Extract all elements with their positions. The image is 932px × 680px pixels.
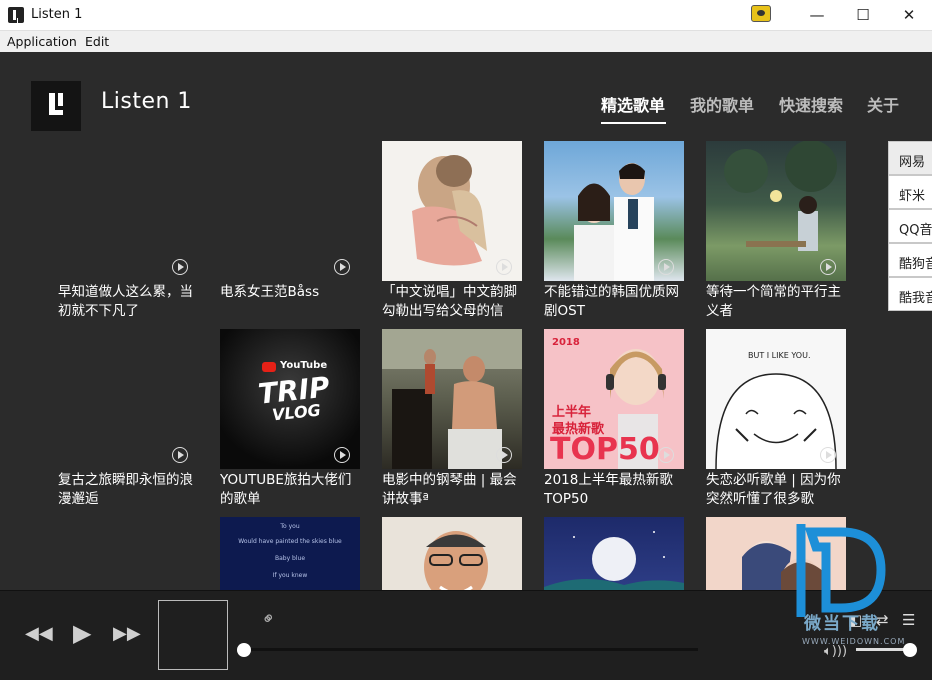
- playlist-cover[interactable]: [706, 141, 846, 281]
- playlist-card[interactable]: 电系女王范Båss: [220, 141, 360, 321]
- playlist-cover[interactable]: [220, 141, 360, 281]
- playlist-card[interactable]: BUT I LIKE YOU. 失恋必听歌单 | 因为你突然听懂了很多歌: [706, 329, 846, 509]
- window-title: Listen 1: [31, 7, 83, 22]
- playlist-cover[interactable]: BUT I LIKE YOU.: [706, 329, 846, 469]
- maximize-button[interactable]: ☐: [840, 0, 886, 30]
- youtube-logo-icon: [262, 362, 276, 372]
- source-tab-xiami[interactable]: 虾米: [888, 175, 932, 209]
- cover-text-line: Baby blue: [274, 555, 306, 562]
- playlist-title[interactable]: 2018上半年最热新歌TOP50: [544, 471, 684, 509]
- source-tab-kuwo[interactable]: 酷我音: [888, 277, 932, 311]
- previous-button[interactable]: ◀◀: [25, 623, 53, 644]
- playlist-card[interactable]: 复古之旅瞬即永恒的浪漫邂逅: [58, 329, 198, 509]
- playlist-title[interactable]: 失恋必听歌单 | 因为你突然听懂了很多歌: [706, 471, 846, 509]
- progress-track[interactable]: [244, 648, 698, 651]
- playlist-card[interactable]: [544, 517, 684, 590]
- cover-text-line: Would have painted the skies blue: [238, 538, 342, 545]
- playlist-card[interactable]: YouTube TRIP VLOG YOUTUBE旅拍大佬们的歌单: [220, 329, 360, 509]
- playlist-cover[interactable]: YouTube TRIP VLOG: [220, 329, 360, 469]
- trip-sub: VLOG: [271, 400, 322, 425]
- active-tab-indicator: [601, 122, 666, 124]
- playlist-cover[interactable]: [544, 141, 684, 281]
- moon-illustration: [544, 531, 684, 590]
- smile-caption: BUT I LIKE YOU.: [748, 351, 811, 360]
- now-playing-cover[interactable]: [158, 600, 228, 670]
- logo: [31, 81, 81, 131]
- playlist-title[interactable]: 不能错过的韩国优质网剧OST: [544, 283, 684, 321]
- playlist-card[interactable]: To you Would have painted the skies blue…: [220, 517, 360, 590]
- tab-featured[interactable]: 精选歌单: [601, 92, 665, 116]
- brand-name: Listen 1: [101, 89, 192, 114]
- playlist-cover[interactable]: [382, 329, 522, 469]
- playlist-cover[interactable]: [58, 141, 198, 281]
- play-circle-icon[interactable]: [658, 447, 674, 463]
- top50-big: TOP50: [550, 432, 660, 467]
- playlist-title[interactable]: 电影中的钢琴曲 | 最会讲故事ª: [382, 471, 522, 509]
- play-circle-icon[interactable]: [172, 447, 188, 463]
- cover-text-line: If you knew: [272, 572, 308, 579]
- play-circle-icon[interactable]: [496, 259, 512, 275]
- cover-text-line: To you: [280, 523, 300, 530]
- tab-quick-search[interactable]: 快速搜索: [779, 92, 843, 116]
- trip-brand: YouTube: [280, 360, 328, 371]
- menu-bar: Application Edit: [0, 31, 932, 52]
- playlist-card[interactable]: 早知道做人这么累，当初就不下凡了: [58, 141, 198, 321]
- eye-icon[interactable]: [751, 5, 771, 22]
- menu-edit[interactable]: Edit: [85, 34, 109, 49]
- playlist-card[interactable]: 等待一个简常的平行主义者: [706, 141, 846, 321]
- man-portrait-photo: [424, 531, 488, 590]
- play-circle-icon[interactable]: [334, 447, 350, 463]
- next-button[interactable]: ▶▶: [113, 623, 141, 644]
- source-tab-qq[interactable]: QQ音: [888, 209, 932, 243]
- playlist-cover[interactable]: 2018 上半年 最热新歌 TOP50: [544, 329, 684, 469]
- app-icon: [8, 7, 24, 23]
- play-circle-icon[interactable]: [334, 259, 350, 275]
- playlist-title[interactable]: YOUTUBE旅拍大佬们的歌单: [220, 471, 360, 509]
- playlist-cover[interactable]: [382, 141, 522, 281]
- playlist-title[interactable]: 复古之旅瞬即永恒的浪漫邂逅: [58, 471, 198, 509]
- playlist-title[interactable]: 电系女王范Båss: [220, 283, 360, 321]
- playlist-card[interactable]: 不能错过的韩国优质网剧OST: [544, 141, 684, 321]
- main-content: Listen 1 精选歌单 我的歌单 快速搜索 关于 网易 虾米 QQ音 酷狗音…: [0, 52, 932, 590]
- progress-knob[interactable]: [237, 643, 251, 657]
- playlist-card[interactable]: 「中文说唱」中文韵脚勾勒出写给父母的信: [382, 141, 522, 321]
- watermark-url: WWW.WEIDOWN.COM: [802, 637, 906, 646]
- playlist-title[interactable]: 「中文说唱」中文韵脚勾勒出写给父母的信: [382, 283, 522, 321]
- title-bar: Listen 1 — ☐ ✕: [0, 0, 932, 31]
- play-circle-icon[interactable]: [820, 259, 836, 275]
- playlist-title[interactable]: 早知道做人这么累，当初就不下凡了: [58, 283, 198, 321]
- menu-application[interactable]: Application: [7, 34, 77, 49]
- tab-about[interactable]: 关于: [867, 92, 899, 116]
- playlist-cover[interactable]: [544, 517, 684, 590]
- playlist-cover[interactable]: [382, 517, 522, 590]
- source-tab-netease[interactable]: 网易: [888, 141, 932, 175]
- playlist-card[interactable]: [382, 517, 522, 590]
- source-tabs: 网易 虾米 QQ音 酷狗音 酷我音: [888, 141, 932, 311]
- link-icon[interactable]: ⚭: [257, 607, 281, 631]
- play-circle-icon[interactable]: [496, 447, 512, 463]
- playlist-title[interactable]: 等待一个简常的平行主义者: [706, 283, 846, 321]
- close-button[interactable]: ✕: [886, 0, 932, 30]
- minimize-button[interactable]: —: [794, 0, 840, 30]
- playlist-cover[interactable]: To you Would have painted the skies blue…: [220, 517, 360, 590]
- top50-year: 2018: [552, 337, 580, 348]
- play-circle-icon[interactable]: [658, 259, 674, 275]
- source-tab-kugou[interactable]: 酷狗音: [888, 243, 932, 277]
- play-circle-icon[interactable]: [172, 259, 188, 275]
- play-button[interactable]: ▶: [73, 619, 91, 647]
- player-bar: ◀◀ ▶ ▶▶ ⚭ 🔈︎))) ◧ ⇄ ☰: [0, 590, 932, 680]
- playlist-card[interactable]: 2018 上半年 最热新歌 TOP50 2018上半年最热新歌TOP50: [544, 329, 684, 509]
- play-circle-icon[interactable]: [820, 447, 836, 463]
- playlist-cover[interactable]: [58, 329, 198, 469]
- watermark-text: 微当下载: [804, 614, 880, 634]
- playlist-card[interactable]: 电影中的钢琴曲 | 最会讲故事ª: [382, 329, 522, 509]
- tab-my-playlists[interactable]: 我的歌单: [690, 92, 754, 116]
